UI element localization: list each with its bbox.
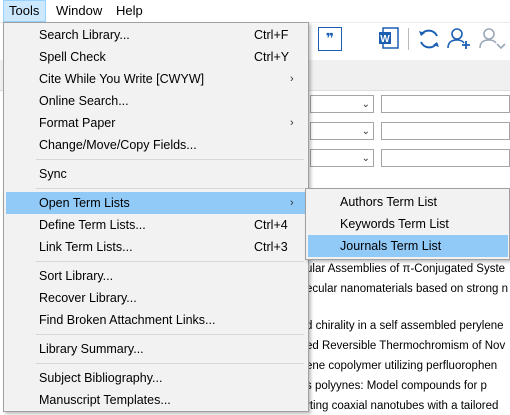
menu-item-label: Link Term Lists... <box>39 240 133 254</box>
sync-icon <box>419 29 439 49</box>
sync-button[interactable] <box>416 26 442 52</box>
menu-item-label: Format Paper <box>39 116 116 130</box>
menu-item-library-summary[interactable]: Library Summary... <box>6 338 306 360</box>
term-lists-submenu: Authors Term List Keywords Term List Jou… <box>305 188 510 260</box>
reference-title: d chirality in a self assembled perylene <box>306 320 504 332</box>
menu-item-shortcut: Ctrl+F <box>254 28 289 42</box>
reference-title: s polyynes: Model compounds for p <box>306 380 487 392</box>
reference-row[interactable]: s polyynes: Model compounds for p <box>306 375 487 397</box>
reference-row[interactable]: rting coaxial nanotubes with a tailored <box>306 395 498 415</box>
menu-separator <box>36 159 304 160</box>
svg-text:W: W <box>380 34 390 45</box>
submenu-arrow-icon: › <box>290 73 294 85</box>
share-user-icon <box>479 28 506 50</box>
menu-item-label: Online Search... <box>39 94 129 108</box>
menu-item-label: Search Library... <box>39 28 130 42</box>
menu-help-label: Help <box>116 3 143 18</box>
menu-item-define-term-lists[interactable]: Define Term Lists... Ctrl+4 <box>6 214 306 236</box>
menu-item-change-move-copy-fields[interactable]: Change/Move/Copy Fields... <box>6 134 306 156</box>
word-document-icon: W <box>379 27 399 49</box>
menu-item-sync[interactable]: Sync <box>6 163 306 185</box>
submenu-item-authors-term-list[interactable]: Authors Term List <box>308 191 508 213</box>
menu-separator <box>36 363 304 364</box>
menu-item-label: Recover Library... <box>39 291 137 305</box>
quote-icon: ❞ <box>325 30 335 46</box>
menu-item-subject-bibliography[interactable]: Subject Bibliography... <box>6 367 306 389</box>
menu-item-label: Sort Library... <box>39 269 114 283</box>
menu-item-label: Spell Check <box>39 50 106 64</box>
search-value-input[interactable] <box>381 149 510 167</box>
menu-separator <box>36 188 304 189</box>
search-value-input[interactable] <box>381 95 510 113</box>
menu-item-spell-check[interactable]: Spell Check Ctrl+Y <box>6 46 306 68</box>
menu-item-label: Keywords Term List <box>340 217 449 231</box>
reference-row[interactable]: ular Assemblies of π-Conjugated Syste <box>306 258 505 280</box>
menu-separator <box>36 261 304 262</box>
submenu-item-journals-term-list[interactable]: Journals Term List <box>308 235 508 257</box>
menu-item-format-paper[interactable]: Format Paper › <box>6 112 306 134</box>
menu-item-search-library[interactable]: Search Library... Ctrl+F <box>6 24 306 46</box>
menu-item-label: Subject Bibliography... <box>39 371 163 385</box>
menu-item-label: Define Term Lists... <box>39 218 146 232</box>
menu-item-shortcut: Ctrl+3 <box>254 240 288 254</box>
menu-tools-label: Tools <box>9 3 40 18</box>
menu-item-label: Change/Move/Copy Fields... <box>39 138 197 152</box>
word-export-button[interactable]: W <box>378 27 400 51</box>
reference-list: ular Assemblies of π-Conjugated Syste ec… <box>306 258 510 415</box>
reference-title: ene copolymer utilizing perfluorophen <box>306 360 498 372</box>
menu-item-label: Find Broken Attachment Links... <box>39 313 216 327</box>
menu-item-open-term-lists[interactable]: Open Term Lists › <box>6 192 306 214</box>
menu-tools[interactable]: Tools <box>3 0 46 22</box>
menu-window[interactable]: Window <box>51 0 107 22</box>
reference-title: ular Assemblies of π-Conjugated Syste <box>306 263 506 275</box>
submenu-item-keywords-term-list[interactable]: Keywords Term List <box>308 213 508 235</box>
reference-row[interactable]: ed Reversible Thermochromism of Nov <box>306 335 505 357</box>
menu-item-shortcut: Ctrl+4 <box>254 218 288 232</box>
chevron-down-icon: ⌄ <box>361 126 370 137</box>
tools-menu: Search Library... Ctrl+F Spell Check Ctr… <box>3 22 309 412</box>
search-field-dropdown[interactable]: ⌄ <box>310 122 374 140</box>
submenu-arrow-icon: › <box>290 197 294 209</box>
chevron-down-icon: ⌄ <box>361 99 370 110</box>
reference-row[interactable]: ene copolymer utilizing perfluorophen <box>306 355 497 377</box>
reference-row[interactable]: ecular nanomaterials based on strong n <box>306 278 508 300</box>
quote-button[interactable]: ❞ <box>318 27 342 51</box>
menu-item-label: Cite While You Write [CWYW] <box>39 72 205 86</box>
menu-item-find-broken-attachment-links[interactable]: Find Broken Attachment Links... <box>6 309 306 331</box>
toolbar-separator <box>408 28 409 50</box>
menu-item-label: Authors Term List <box>340 195 438 209</box>
menu-item-label: Journals Term List <box>340 239 442 253</box>
search-row: ⌄ <box>310 122 510 140</box>
menu-bar: Tools Window Help <box>0 0 510 23</box>
menu-item-sort-library[interactable]: Sort Library... <box>6 265 306 287</box>
reference-row[interactable]: d chirality in a self assembled perylene <box>306 315 504 337</box>
menu-item-link-term-lists[interactable]: Link Term Lists... Ctrl+3 <box>6 236 306 258</box>
menu-separator <box>36 334 304 335</box>
search-field-dropdown[interactable]: ⌄ <box>310 95 374 113</box>
add-user-button[interactable] <box>446 26 472 52</box>
reference-title: rting coaxial nanotubes with a tailored <box>306 400 499 412</box>
search-row: ⌄ <box>310 95 510 113</box>
menu-item-shortcut: Ctrl+Y <box>254 50 290 64</box>
search-value-input[interactable] <box>381 122 510 140</box>
menu-item-cite-while-you-write[interactable]: Cite While You Write [CWYW] › <box>6 68 306 90</box>
submenu-arrow-icon: › <box>290 117 294 129</box>
menu-window-label: Window <box>56 3 103 18</box>
menu-item-recover-library[interactable]: Recover Library... <box>6 287 306 309</box>
share-user-button[interactable] <box>478 26 506 52</box>
reference-title: ecular nanomaterials based on strong n <box>306 283 509 295</box>
chevron-down-icon: ⌄ <box>361 153 370 164</box>
menu-item-label: Manuscript Templates... <box>39 393 171 407</box>
reference-title: ed Reversible Thermochromism of Nov <box>306 340 506 352</box>
search-row: ⌄ <box>310 149 510 167</box>
search-field-dropdown[interactable]: ⌄ <box>310 149 374 167</box>
menu-item-label: Sync <box>39 167 67 181</box>
menu-item-online-search[interactable]: Online Search... <box>6 90 306 112</box>
menu-help[interactable]: Help <box>111 0 148 22</box>
menu-item-manuscript-templates[interactable]: Manuscript Templates... <box>6 389 306 411</box>
menu-item-label: Library Summary... <box>39 342 144 356</box>
add-user-icon <box>447 28 470 49</box>
menu-item-label: Open Term Lists <box>39 196 130 210</box>
